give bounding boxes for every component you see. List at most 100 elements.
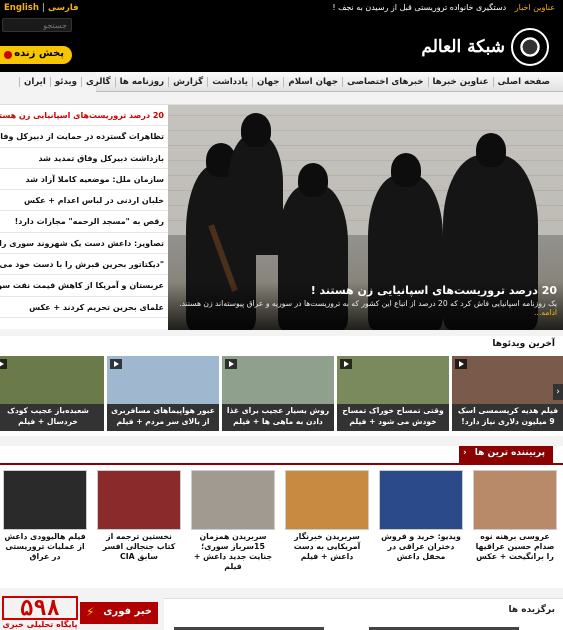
headline-item[interactable]: تظاهرات گسترده در حمایت از دبیرکل وفاق +… <box>0 126 168 148</box>
most-viewed-item[interactable]: سربریدن همزمان 15سرباز سوری؛ جنایت جدید … <box>191 470 275 588</box>
nav-item-newspapers[interactable]: روزنامه ها <box>114 76 168 87</box>
live-stream-button[interactable]: پخش زنده <box>0 46 72 64</box>
most-viewed-caption[interactable]: سربریدن خبرنگار آمریکایی به دست داعش + ف… <box>285 532 369 562</box>
most-viewed-item[interactable]: نخستین ترجمه از کتاب جنجالی افسر سابق CI… <box>97 470 181 588</box>
most-viewed-caption[interactable]: سربریدن همزمان 15سرباز سوری؛ جنایت جدید … <box>191 532 275 572</box>
headline-item[interactable]: سازمان ملل: موضعیه کاملا آزاد شد <box>0 169 168 191</box>
video-thumbnail[interactable] <box>452 356 563 404</box>
live-dot-icon <box>4 51 12 59</box>
top-news: 20 درصد تروریست‌های اسپانیایی زن هستند !… <box>0 104 563 330</box>
video-item[interactable]: شعبده‌باز عجیب کودک خردسال + فیلم <box>0 356 104 434</box>
video-thumbnail[interactable] <box>337 356 449 404</box>
divider <box>0 463 563 465</box>
video-item[interactable]: روش بسیار عجیب برای غذا دادن به ماهی ها … <box>222 356 334 434</box>
most-viewed-title: پربیننده ترین ها <box>474 448 545 458</box>
breaking-news-label: خبر فوری <box>103 606 152 617</box>
bottom-strip: ۵۹۸ پایگاه تحلیلی خبری ⚡ خبر فوری برگزید… <box>0 596 563 630</box>
logo-emblem-icon <box>511 28 549 66</box>
nav-item-iran[interactable]: ایران <box>19 76 50 87</box>
news-ticker[interactable]: عناوین اخبار دستگیری خانواده تروریستی قب… <box>332 3 555 12</box>
video-thumbnail[interactable] <box>222 356 334 404</box>
most-viewed-thumbnail[interactable] <box>97 470 181 530</box>
play-icon[interactable] <box>225 359 237 369</box>
language-switcher: English | فارسی <box>4 3 79 13</box>
top-bar: English | فارسی عناوین اخبار دستگیری خانوا… <box>0 0 563 16</box>
carousel-next-arrow-icon[interactable]: › <box>553 384 563 400</box>
watermark-subtitle: پایگاه تحلیلی خبری <box>2 620 78 629</box>
most-viewed-item[interactable]: فیلم هالیوودی داعش از عملیات تروریستی در… <box>3 470 87 588</box>
play-icon[interactable] <box>455 359 467 369</box>
video-caption[interactable]: شعبده‌باز عجیب کودک خردسال + فیلم <box>0 404 104 431</box>
hero-title[interactable]: 20 درصد تروریست‌های اسپانیایی زن هستند ! <box>174 284 557 297</box>
most-viewed-item[interactable]: سربریدن خبرنگار آمریکایی به دست داعش + ف… <box>285 470 369 588</box>
hero-figure <box>228 113 283 255</box>
play-icon[interactable] <box>110 359 122 369</box>
headline-item[interactable]: تصاویر: داعش دست یک شهروند سوری را قطع ک… <box>0 233 168 255</box>
video-thumbnail[interactable] <box>107 356 219 404</box>
video-caption[interactable]: فیلم هدیه کریسمسی اسک 9 میلیون دلاری نیا… <box>452 404 563 431</box>
headline-item[interactable]: 20 درصد تروریست‌های اسپانیایی زن هستند ! <box>0 105 168 127</box>
watermark-number: ۵۹۸ <box>2 596 78 620</box>
most-viewed-thumbnail[interactable] <box>379 470 463 530</box>
nav-item-gallery[interactable]: گالری <box>80 76 115 87</box>
chevron-left-icon: ‹ <box>463 448 467 458</box>
most-viewed-thumbnail[interactable] <box>3 470 87 530</box>
hero-summary: یک روزنامه اسپانیایی فاش کرد که 20 درصد … <box>179 299 557 317</box>
nav-item-notes[interactable]: یادداشت <box>207 76 252 87</box>
most-viewed-thumbnail[interactable] <box>285 470 369 530</box>
headline-item[interactable]: خلبان اردنی در لباس اعدام + عکس <box>0 190 168 212</box>
play-icon[interactable] <box>0 359 7 369</box>
headline-item[interactable]: عربستان و آمریکا از کاهش قیمت نفت سود می… <box>0 275 168 297</box>
headline-item[interactable]: بازداشت دبیرکل وفاق تمدید شد <box>0 148 168 169</box>
most-viewed-caption[interactable]: نخستین ترجمه از کتاب جنجالی افسر سابق CI… <box>97 532 181 562</box>
lang-farsi-link[interactable]: فارسی <box>48 3 79 13</box>
most-viewed-item[interactable]: عروسی برهنه نوه صدام حسین عراقیها را برا… <box>473 470 557 588</box>
breaking-news-button[interactable]: ⚡ خبر فوری <box>80 602 158 624</box>
most-viewed-tab[interactable]: ‹ پربیننده ترین ها <box>459 446 553 463</box>
read-more-link[interactable]: ادامه... <box>534 308 557 317</box>
nav-item-reports[interactable]: گزارش <box>168 76 207 87</box>
headline-item[interactable]: "دیکتاتور بحرین قبرش را با دست خود می‌کن… <box>0 254 168 276</box>
video-caption[interactable]: وقتی تمساح خوراک تمساح خودش می شود + فیل… <box>337 404 449 431</box>
most-viewed-section: ‹ پربیننده ترین ها عروسی برهنه نوه صدام … <box>0 446 563 588</box>
ticker-text[interactable]: دستگیری خانواده تروریستی قبل از رسیدن به… <box>332 3 506 12</box>
watermark-logo: ۵۹۸ پایگاه تحلیلی خبری <box>0 596 80 630</box>
featured-section: برگزیده ها <box>164 598 563 630</box>
headline-item[interactable]: علمای بحرین تحریم کردند + عکس <box>0 297 168 318</box>
most-viewed-thumbnail[interactable] <box>473 470 557 530</box>
hero-caption[interactable]: 20 درصد تروریست‌های اسپانیایی زن هستند !… <box>168 282 563 330</box>
nav-item-exclusive[interactable]: خبرهای اختصاصی <box>342 76 427 87</box>
most-viewed-caption[interactable]: ویدیو: خرید و فروش دختران عراقی در محفل … <box>379 532 463 562</box>
lang-english-link[interactable]: English <box>4 3 39 13</box>
video-item[interactable]: وقتی تمساح خوراک تمساح خودش می شود + فیل… <box>337 356 449 434</box>
most-viewed-item[interactable]: ویدیو: خرید و فروش دختران عراقی در محفل … <box>379 470 463 588</box>
headline-list: 20 درصد تروریست‌های اسپانیایی زن هستند !… <box>0 105 168 330</box>
search-input[interactable] <box>2 18 72 32</box>
hero-image[interactable]: 20 درصد تروریست‌های اسپانیایی زن هستند !… <box>168 105 563 330</box>
main-nav: صفحه اصلی عناوین خبرها خبرهای اختصاصی جه… <box>19 72 563 92</box>
live-label: پخش زنده <box>14 48 64 59</box>
nav-item-video[interactable]: ویدئو <box>49 76 81 87</box>
nav-item-headlines[interactable]: عناوین خبرها <box>427 76 493 87</box>
site-header: پخش زنده شبكة العالم <box>0 16 563 72</box>
play-icon[interactable] <box>340 359 352 369</box>
video-item[interactable]: فیلم هدیه کریسمسی اسک 9 میلیون دلاری نیا… <box>452 356 563 434</box>
most-viewed-thumbnail[interactable] <box>191 470 275 530</box>
latest-videos-section: آخرین ویدئوها فیلم هدیه کریسمسی اسک 9 می… <box>0 336 563 436</box>
site-logo[interactable]: شبكة العالم <box>421 24 549 70</box>
video-thumbnail[interactable] <box>0 356 104 404</box>
video-carousel: فیلم هدیه کریسمسی اسک 9 میلیون دلاری نیا… <box>0 356 563 436</box>
most-viewed-caption[interactable]: فیلم هالیوودی داعش از عملیات تروریستی در… <box>3 532 87 562</box>
nav-item-home[interactable]: صفحه اصلی <box>492 76 554 87</box>
lightning-icon: ⚡ <box>86 605 95 619</box>
most-viewed-caption[interactable]: عروسی برهنه نوه صدام حسین عراقیها را برا… <box>473 532 557 562</box>
ticker-label: عناوین اخبار <box>514 3 555 12</box>
video-caption[interactable]: عبور هواپیماهای مسافربری از بالای سر مرد… <box>107 404 219 431</box>
logo-text: شبكة العالم <box>421 37 505 57</box>
video-item[interactable]: عبور هواپیماهای مسافربری از بالای سر مرد… <box>107 356 219 434</box>
headline-item[interactable]: رقص به "مسجد الرحمه" مجازات دارد! <box>0 211 168 233</box>
nav-item-islamic-world[interactable]: جهان اسلام <box>283 76 342 87</box>
video-caption[interactable]: روش بسیار عجیب برای غذا دادن به ماهی ها … <box>222 404 334 431</box>
nav-item-world[interactable]: جهان <box>251 76 283 87</box>
featured-title: برگزیده ها <box>508 605 555 615</box>
